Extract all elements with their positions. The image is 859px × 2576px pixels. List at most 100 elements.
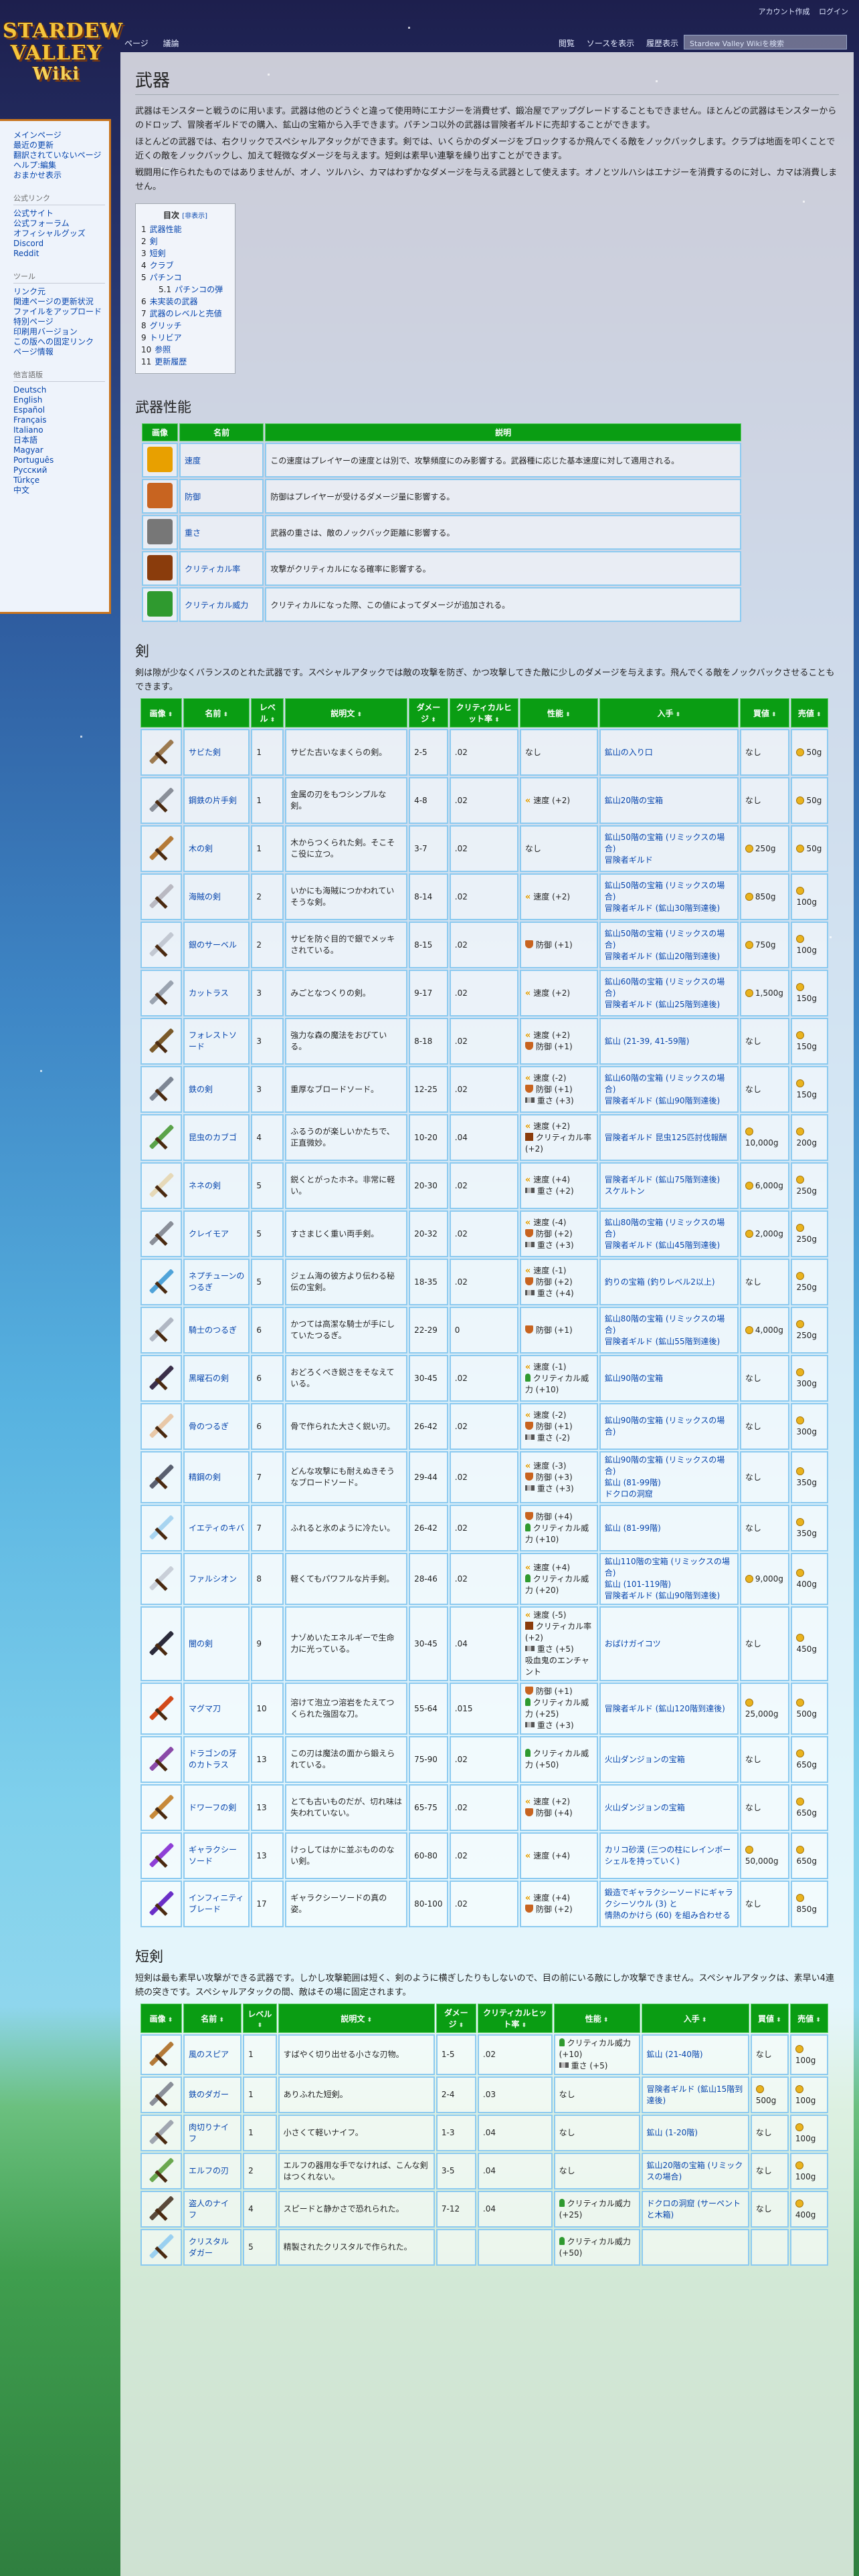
stat-name[interactable]: 速度	[179, 443, 264, 477]
source-link[interactable]: 鉱山20階の宝箱	[605, 796, 663, 805]
toc-link[interactable]: 武器のレベルと売値	[150, 309, 222, 318]
weapon-name-link[interactable]: ドワーフの剣	[189, 1803, 236, 1812]
toc-link[interactable]: 未実装の武器	[150, 297, 198, 306]
toc-item[interactable]: 11 更新履歴	[141, 356, 229, 368]
weapon-name-link[interactable]: 黒曜石の剣	[189, 1374, 229, 1383]
sidebar-link[interactable]: 公式フォーラム	[13, 219, 105, 229]
source-link[interactable]: 情熱のかけら (60) を組み合わせる	[605, 1911, 731, 1920]
login-link[interactable]: ログイン	[819, 7, 848, 16]
weapon-name-link[interactable]: サビた剣	[189, 748, 221, 757]
sidebar-link[interactable]: Português	[13, 455, 105, 465]
toc-link[interactable]: 剣	[150, 237, 158, 246]
tab-read[interactable]: 閲覧	[559, 39, 575, 48]
toc-item[interactable]: 5.1 パチンコの弾	[141, 284, 229, 296]
column-header[interactable]: 性能	[519, 698, 598, 728]
sidebar-link[interactable]: Deutsch	[13, 385, 105, 395]
create-account-link[interactable]: アカウント作成	[759, 7, 810, 16]
site-logo[interactable]: STARDEW VALLEY Wiki	[3, 20, 122, 107]
weapon-name-link[interactable]: カットラス	[189, 988, 229, 998]
source-link[interactable]: 鉱山60階の宝箱 (リミックスの場合)	[605, 977, 725, 998]
weapon-name-link[interactable]: 精鋼の剣	[189, 1473, 221, 1482]
stat-name-link[interactable]: 重さ	[185, 528, 201, 538]
weapon-name-link[interactable]: 肉切りナイフ	[189, 2123, 229, 2143]
source-link[interactable]: 鉱山20階の宝箱 (リミックスの場合)	[647, 2161, 743, 2181]
weapon-name-link[interactable]: ファルシオン	[189, 1574, 237, 1584]
weapon-name-link[interactable]: 昆虫のカブゴ	[189, 1133, 237, 1142]
toc-link[interactable]: トリビア	[150, 333, 182, 342]
sidebar-link[interactable]: ページ情報	[13, 347, 105, 357]
stat-name-link[interactable]: 防御	[185, 492, 201, 502]
source-link[interactable]: 冒険者ギルド (鉱山75階到達後)	[605, 1175, 720, 1184]
toc-item[interactable]: 5 パチンコ	[141, 272, 229, 284]
weapon-name-link[interactable]: クリスタルダガー	[189, 2237, 229, 2258]
weapon-name-link[interactable]: 騎士のつるぎ	[189, 1325, 237, 1335]
weapon-name-link[interactable]: 鋼鉄の片手剣	[189, 796, 237, 805]
toc-item[interactable]: 6 未実装の武器	[141, 296, 229, 308]
sidebar-link[interactable]: 中文	[13, 486, 105, 496]
toc-link[interactable]: 参照	[155, 345, 171, 354]
sidebar-link[interactable]: Русский	[13, 465, 105, 475]
source-link[interactable]: 鉱山60階の宝箱 (リミックスの場合)	[605, 1073, 725, 1094]
column-header[interactable]: 説明文	[285, 698, 408, 728]
toc-link[interactable]: クラブ	[150, 261, 174, 270]
column-header[interactable]: レベル	[251, 698, 284, 728]
source-link[interactable]: 冒険者ギルド (鉱山55階到達後)	[605, 1337, 720, 1346]
toc-toggle[interactable]: [非表示]	[182, 213, 207, 220]
source-link[interactable]: 冒険者ギルド (鉱山20階到達後)	[605, 952, 720, 961]
weapon-name-link[interactable]: ネプチューンのつるぎ	[189, 1271, 244, 1292]
tab-view-source[interactable]: ソースを表示	[587, 39, 634, 48]
toc-link[interactable]: グリッチ	[150, 321, 182, 330]
sidebar-link[interactable]: Reddit	[13, 249, 105, 259]
column-header[interactable]: 買値	[750, 2004, 789, 2033]
sidebar-link[interactable]: ヘルプ:編集	[13, 160, 105, 171]
stat-name[interactable]: 防御	[179, 479, 264, 514]
sidebar-link[interactable]: Español	[13, 405, 105, 415]
weapon-name-link[interactable]: マグマ刀	[189, 1704, 221, 1713]
source-link[interactable]: 冒険者ギルド	[605, 855, 653, 865]
weapon-name-link[interactable]: 闇の剣	[189, 1639, 213, 1648]
column-header[interactable]: 性能	[553, 2004, 640, 2033]
sidebar-link[interactable]: English	[13, 395, 105, 405]
sidebar-link[interactable]: おまかせ表示	[13, 171, 105, 181]
stat-name[interactable]: クリティカル威力	[179, 587, 264, 622]
column-header[interactable]: 売値	[789, 2004, 828, 2033]
source-link[interactable]: 鉱山 (21-39, 41-59階)	[605, 1037, 690, 1046]
column-header[interactable]: 画像	[140, 698, 182, 728]
source-link[interactable]: 冒険者ギルド (鉱山120階到達後)	[605, 1704, 725, 1713]
source-link[interactable]: 鉱山50階の宝箱 (リミックスの場合)	[605, 881, 725, 901]
column-header[interactable]: 説明文	[278, 2004, 435, 2033]
sidebar-link[interactable]: 最近の更新	[13, 140, 105, 150]
sidebar-link[interactable]: この版への固定リンク	[13, 337, 105, 347]
sidebar-link[interactable]: Magyar	[13, 445, 105, 455]
weapon-name-link[interactable]: クレイモア	[189, 1229, 229, 1239]
source-link[interactable]: 鉱山80階の宝箱 (リミックスの場合)	[605, 1314, 725, 1335]
toc-link[interactable]: 武器性能	[150, 225, 182, 234]
sidebar-link[interactable]: 翻訳されていないページ	[13, 150, 105, 160]
source-link[interactable]: 冒険者ギルド (鉱山25階到達後)	[605, 1000, 720, 1009]
toc-item[interactable]: 9 トリビア	[141, 332, 229, 344]
stat-name-link[interactable]: 速度	[185, 456, 201, 465]
sidebar-link[interactable]: 特別ページ	[13, 317, 105, 327]
sidebar-link[interactable]: メインページ	[13, 130, 105, 140]
source-link[interactable]: ドクロの洞窟 (サーペントと木箱)	[647, 2199, 741, 2220]
sidebar-link[interactable]: Français	[13, 415, 105, 425]
weapon-name-link[interactable]: 風のスピア	[189, 2050, 229, 2059]
sidebar-link[interactable]: Italiano	[13, 425, 105, 435]
column-header[interactable]: 入手	[641, 2004, 749, 2033]
source-link[interactable]: 鉱山 (1-20階)	[647, 2128, 698, 2137]
column-header[interactable]: 売値	[791, 698, 828, 728]
column-header[interactable]: 名前	[183, 698, 250, 728]
tab-talk[interactable]: 議論	[163, 39, 179, 48]
weapon-name-link[interactable]: 鉄の剣	[189, 1085, 213, 1094]
toc-item[interactable]: 7 武器のレベルと売値	[141, 308, 229, 320]
column-header[interactable]: ダメージ	[436, 2004, 476, 2033]
toc-item[interactable]: 1 武器性能	[141, 223, 229, 235]
source-link[interactable]: 火山ダンジョンの宝箱	[605, 1803, 685, 1812]
sidebar-link[interactable]: リンク元	[13, 287, 105, 297]
source-link[interactable]: 冒険者ギルド (鉱山15階到達後)	[647, 2084, 743, 2105]
source-link[interactable]: ドクロの洞窟	[605, 1489, 653, 1499]
weapon-name-link[interactable]: ドラゴンの牙のカトラス	[189, 1749, 237, 1769]
column-header[interactable]: 画像	[140, 2004, 182, 2033]
weapon-name-link[interactable]: 海賊の剣	[189, 892, 221, 901]
weapon-name-link[interactable]: ギャラクシーソード	[189, 1845, 237, 1866]
